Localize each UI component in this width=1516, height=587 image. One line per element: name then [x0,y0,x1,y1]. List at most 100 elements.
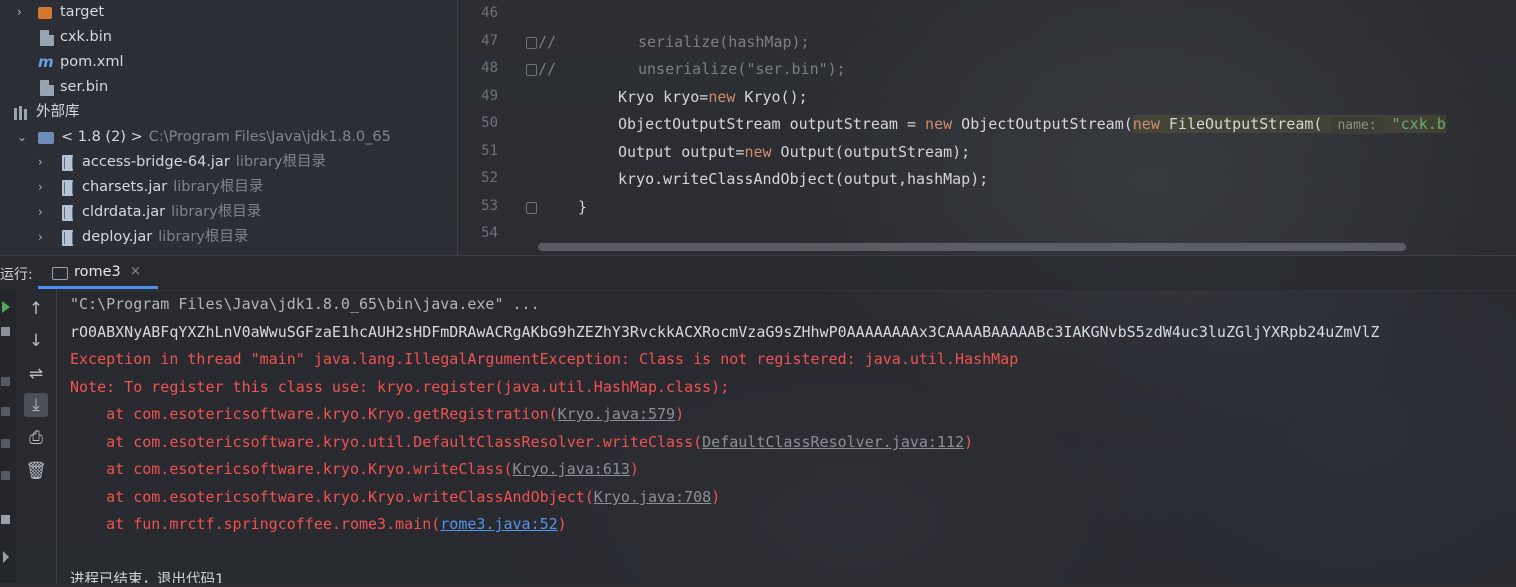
tree-item-path: C:\Program Files\Java\jdk1.8.0_65 [148,129,391,145]
arrow-down-icon[interactable]: ↓ [24,329,48,353]
code-line-48-body: unserialize("ser.bin"); [638,60,846,78]
left-strip-icons [1,301,10,563]
tree-item-label: charsets.jar [82,179,168,195]
tree-item-label: pom.xml [60,54,124,70]
keyword-token: new [925,115,953,133]
stop-icon [1,377,10,386]
tree-item-label: ser.bin [60,79,109,95]
chevron-right-icon[interactable]: › [38,150,48,175]
console-exception-line: Exception in thread "main" java.lang.Ill… [70,350,1019,368]
code-line-48: // [538,60,556,78]
wrench-icon [1,327,10,336]
code-token: ObjectOutputStream outputStream = [618,115,926,133]
file-icon [40,80,54,96]
stack-frame-suffix: ) [964,433,974,451]
keyword-token: new [744,143,772,161]
stack-frame-link[interactable]: DefaultClassResolver.java:112 [702,433,964,451]
tab-label: rome3 [74,264,121,280]
run-tool-window-header: 运行: rome3 × [0,255,1516,291]
chevron-right-icon[interactable]: › [38,225,48,250]
left-tool-strip [0,289,16,583]
tab-rome3[interactable]: rome3 × [38,256,158,289]
project-tree[interactable]: › target cxk.bin m pom.xml ser.bin 外部库 ⌄… [0,0,458,255]
code-token: FileOutputStream( [1159,115,1323,133]
console-note-line: Note: To register this class use: kryo.r… [70,378,730,396]
camera-icon [1,407,10,416]
jar-icon [62,230,73,246]
code-line-52: kryo.writeClassAndObject(output,hashMap)… [618,170,988,188]
tree-item-label: deploy.jar [82,229,153,245]
library-icon [13,105,31,121]
run-icon [2,301,10,313]
line-number: 50 [481,115,498,131]
print-icon[interactable]: ⎙ [24,426,48,450]
code-editor[interactable]: 46 47 48 49 50 51 52 53 54 // serialize(… [458,0,1516,255]
tree-item-label: target [60,4,105,20]
jar-icon [62,155,73,171]
stack-frame-link[interactable]: Kryo.java:579 [558,405,675,423]
chevron-right-icon[interactable]: › [17,0,27,25]
code-token: kryo.writeClassAndObject(output,hashMap)… [618,170,989,188]
console-command-line: "C:\Program Files\Java\jdk1.8.0_65\bin\j… [70,295,540,313]
chevron-right-icon[interactable]: › [38,175,48,200]
code-line-47: // [538,33,556,51]
code-line-49: Kryo kryo=new Kryo(); [618,88,808,106]
tree-item-text: cldrdata.jar library根目录 [82,200,261,225]
soft-wrap-icon[interactable]: ⇌ [24,362,48,386]
stack-trace-line: at com.esotericsoftware.kryo.util.Defaul… [70,433,973,451]
tree-item-text: deploy.jar library根目录 [82,225,248,250]
code-token: ObjectOutputStream( [952,115,1133,133]
line-number: 51 [481,143,498,159]
stack-frame-text: at com.esotericsoftware.kryo.Kryo.writeC… [70,460,513,478]
code-line-53: } [578,198,587,216]
exit-icon [1,471,10,480]
chevron-right-icon[interactable]: › [38,200,48,225]
rerun-icon [1,439,10,448]
fold-marker-icon[interactable] [526,64,537,76]
tree-item-text: access-bridge-64.jar library根目录 [82,150,326,175]
code-line-47-body: serialize(hashMap); [638,33,810,51]
stack-trace-line: at com.esotericsoftware.kryo.Kryo.getReg… [70,405,684,423]
keyword-token: new [1132,115,1160,133]
tree-item-text: charsets.jar library根目录 [82,175,263,200]
fold-marker-icon[interactable] [526,202,537,214]
tree-item-text: < 1.8 (2) > C:\Program Files\Java\jdk1.8.… [61,125,391,150]
horizontal-scrollbar[interactable] [538,243,1406,251]
line-number: 54 [481,225,498,241]
stack-frame-link[interactable]: rome3.java:52 [440,515,557,533]
code-token: Kryo(); [735,88,808,106]
pin-icon [3,551,9,563]
tree-item-sub: library根目录 [235,154,326,170]
parameter-hint: name: [1331,117,1383,134]
tree-item-label: access-bridge-64.jar [82,154,230,170]
close-icon[interactable]: × [130,264,141,279]
stack-frame-link[interactable]: Kryo.java:613 [513,460,630,478]
string-token: "cxk.b [1391,115,1446,133]
code-token: Kryo kryo= [618,88,709,106]
keyword-token: new [708,88,736,106]
code-token: Output output= [618,143,745,161]
scroll-to-end-icon[interactable]: ⤓ [24,393,48,417]
stack-trace-line: at com.esotericsoftware.kryo.Kryo.writeC… [70,488,720,506]
fold-marker-icon[interactable] [526,37,537,49]
console-toolbar: ↑ ↓ ⇌ ⤓ ⎙ 🗑 [16,289,57,583]
process-exit-line: 进程已结束，退出代码1 [70,572,225,583]
stack-frame-suffix: ) [629,460,639,478]
stack-frame-link[interactable]: Kryo.java:708 [594,488,711,506]
tree-item-label: cldrdata.jar [82,204,166,220]
stack-frame-suffix: ) [711,488,721,506]
trash-icon[interactable]: 🗑 [24,459,48,483]
tree-item-sub: library根目录 [171,204,262,220]
jar-icon [62,180,73,196]
line-number: 47 [481,33,498,49]
chevron-down-icon[interactable]: ⌄ [17,125,27,150]
arrow-up-icon[interactable]: ↑ [24,297,48,321]
console-output[interactable]: "C:\Program Files\Java\jdk1.8.0_65\bin\j… [57,289,1516,583]
line-number: 52 [481,170,498,186]
code-token: } [578,198,588,216]
run-panel-title: 运行: [0,267,33,283]
sdk-folder-icon [38,132,54,144]
folder-icon [38,7,52,19]
console-output-line: rO0ABXNyABFqYXZhLnV0aWwuSGFzaE1hcAUH2sHD… [70,323,1380,341]
tree-item-label: cxk.bin [60,29,112,45]
